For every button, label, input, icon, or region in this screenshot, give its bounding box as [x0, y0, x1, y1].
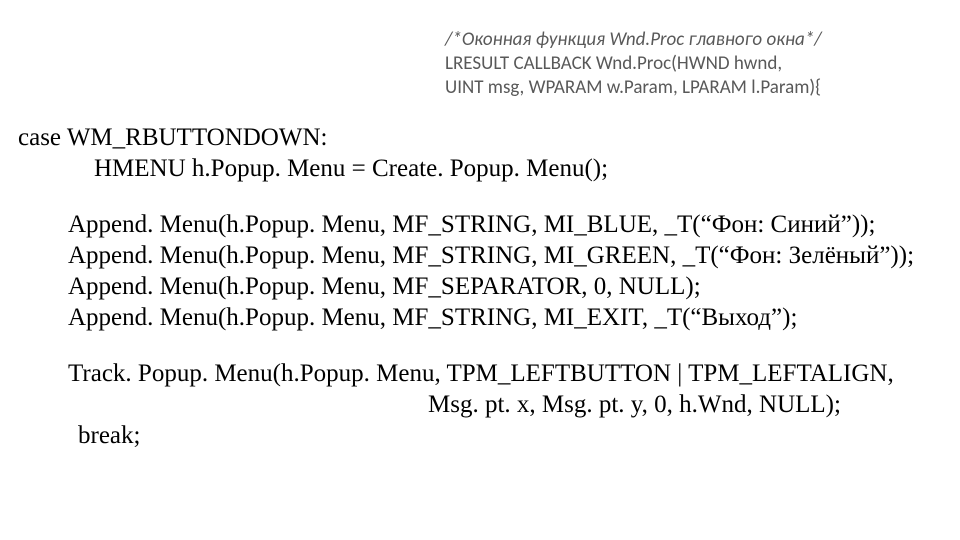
code-block: case WM_RBUTTONDOWN: HMENU h.Popup. Menu…	[18, 122, 942, 451]
code-line-2: HMENU h.Popup. Menu = Create. Popup. Men…	[18, 153, 942, 184]
code-line-4: Append. Menu(h.Popup. Menu, MF_STRING, M…	[18, 240, 942, 271]
code-line-3: Append. Menu(h.Popup. Menu, MF_STRING, M…	[18, 209, 942, 240]
header-line-3: UINT msg, WPARAM w.Param, LPARAM l.Param…	[445, 76, 945, 100]
header-line-2: LRESULT CALLBACK Wnd.Proc(HWND hwnd,	[445, 52, 945, 76]
slide: /*Оконная функция Wnd.Proc главного окна…	[0, 0, 960, 540]
code-line-1: case WM_RBUTTONDOWN:	[18, 122, 942, 153]
header-block: /*Оконная функция Wnd.Proc главного окна…	[445, 28, 945, 99]
code-line-7: Track. Popup. Menu(h.Popup. Menu, TPM_LE…	[18, 358, 942, 389]
header-comment: /*Оконная функция Wnd.Proc главного окна…	[445, 28, 945, 52]
code-line-9: break;	[18, 420, 942, 451]
code-line-5: Append. Menu(h.Popup. Menu, MF_SEPARATOR…	[18, 271, 942, 302]
code-line-6: Append. Menu(h.Popup. Menu, MF_STRING, M…	[18, 302, 942, 333]
code-line-8: Msg. pt. x, Msg. pt. y, 0, h.Wnd, NULL);	[18, 389, 942, 420]
